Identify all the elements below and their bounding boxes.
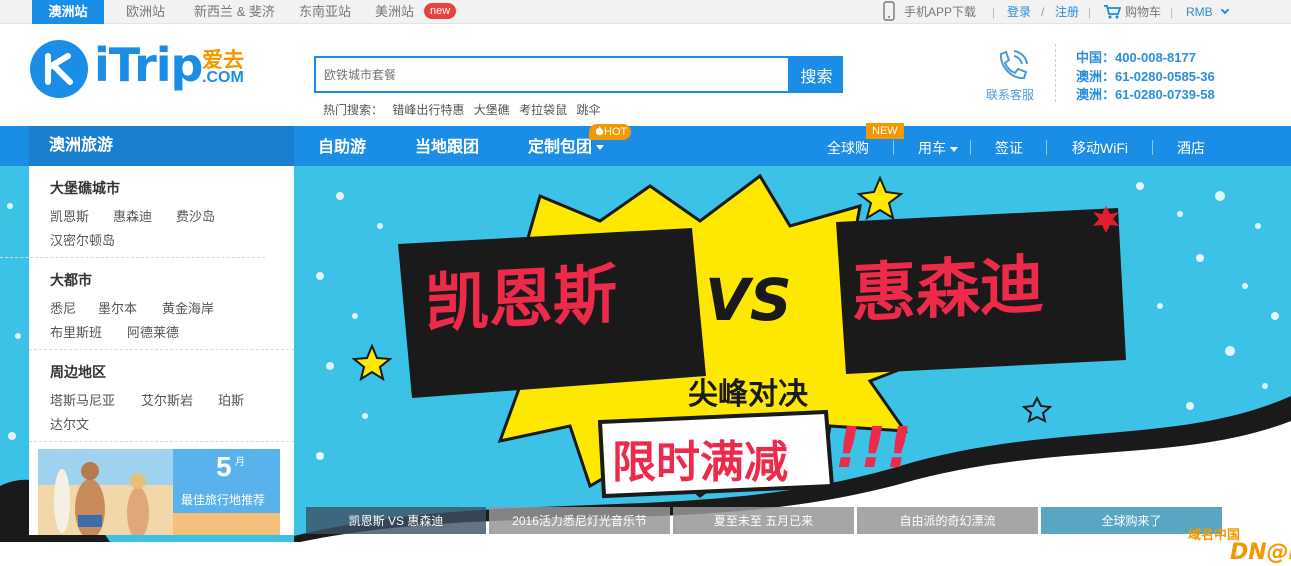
side-city-link[interactable]: 费沙岛 <box>176 206 215 225</box>
customer-service-label[interactable]: 联系客服 <box>986 86 1034 103</box>
nav-mobile-wifi[interactable]: 移动WiFi <box>1072 126 1128 166</box>
search-button[interactable]: 搜索 <box>790 56 843 93</box>
register-link[interactable]: 注册 <box>1055 0 1079 24</box>
nav-divider <box>1046 140 1047 155</box>
side-city-link[interactable]: 布里斯班 <box>50 322 102 341</box>
hot-search-term[interactable]: 大堡礁 <box>474 103 510 117</box>
hot-search-term[interactable]: 考拉袋鼠 <box>519 103 567 117</box>
phone-headset-icon[interactable] <box>992 48 1030 86</box>
search-input[interactable] <box>314 56 790 93</box>
banner-subtitle: 尖峰对决 <box>688 377 808 412</box>
promo-month-unit: 月 <box>235 457 245 468</box>
phone-australia-2: 澳洲：61-0280-0739-58 <box>1076 87 1215 102</box>
promo-label: 最佳旅行地推荐 <box>181 493 266 507</box>
side-group-title[interactable]: 大都市 <box>50 270 92 290</box>
phone-divider <box>1055 44 1056 102</box>
site-tab-australia[interactable]: 澳洲站 <box>32 0 104 24</box>
hot-search-label: 热门搜索： <box>323 103 384 117</box>
banner-promo: 限时满减 <box>612 437 788 488</box>
phone-china: 中国：400-008-8177 <box>1076 50 1196 65</box>
nav-custom-group-label: 定制包团 <box>528 139 593 156</box>
nav-self-guided[interactable]: 自助游 <box>318 126 366 166</box>
phone-australia-1: 澳洲：61-0280-0585-36 <box>1076 69 1215 84</box>
banner-tab[interactable]: 自由派的奇幻漂流 <box>857 507 1038 534</box>
nav-divider <box>970 140 971 155</box>
best-destination-promo[interactable]: 5 月 最佳旅行地推荐 <box>38 449 280 535</box>
banner-tab[interactable]: 凯恩斯 VS 惠森迪 <box>306 507 486 534</box>
app-download-link[interactable]: 手机APP下载 <box>904 0 976 24</box>
site-tab-nz-fiji[interactable]: 新西兰 & 斐济 <box>194 0 275 24</box>
logo-mark-icon <box>30 40 88 98</box>
login-link[interactable]: 登录 <box>1007 0 1031 24</box>
side-city-link[interactable]: 珀斯 <box>218 390 244 409</box>
site-tab-americas[interactable]: 美洲站 <box>375 0 414 24</box>
banner-exclaim: !!! <box>835 416 912 481</box>
promo-month: 5 <box>216 451 232 482</box>
promo-overlay: 5 月 最佳旅行地推荐 <box>173 449 280 513</box>
new-tag: NEW <box>866 123 904 139</box>
currency-select[interactable]: RMB <box>1186 0 1230 24</box>
banner-city-left: 凯恩斯 <box>425 257 617 343</box>
chevron-down-icon <box>596 145 605 151</box>
banner-vs: VS <box>705 266 792 334</box>
side-city-link[interactable]: 达尔文 <box>50 414 89 433</box>
hot-search-term[interactable]: 错峰出行特惠 <box>392 103 464 117</box>
hot-search: 热门搜索： 错峰出行特惠 大堡礁 考拉袋鼠 跳伞 <box>323 101 606 118</box>
side-city-link[interactable]: 阿德莱德 <box>127 322 179 341</box>
hot-tag: HOT <box>589 124 632 140</box>
slash-separator: / <box>1041 5 1045 19</box>
site-tab-southeast-asia[interactable]: 东南亚站 <box>299 0 351 24</box>
logo-com: .COM <box>202 69 244 86</box>
side-city-link[interactable]: 墨尔本 <box>98 298 137 317</box>
new-badge: new <box>424 3 457 19</box>
beach-photo <box>38 449 173 535</box>
chevron-down-icon <box>950 146 958 152</box>
divider: | <box>1170 5 1174 19</box>
divider: | <box>992 5 996 19</box>
banner-city-right: 惠森迪 <box>852 247 1044 333</box>
currency-label: RMB <box>1186 5 1213 19</box>
cart-icon <box>1104 5 1121 19</box>
mobile-phone-icon <box>883 1 895 21</box>
chevron-down-icon <box>1220 5 1230 15</box>
cart-link[interactable]: 购物车 <box>1125 0 1161 24</box>
side-group-title[interactable]: 周边地区 <box>50 362 106 382</box>
nav-car-rental[interactable]: 用车 <box>918 126 958 166</box>
divider: | <box>1088 5 1092 19</box>
side-group-title[interactable]: 大堡礁城市 <box>50 178 120 198</box>
banner-tab[interactable]: 夏至未至 五月已来 <box>673 507 854 534</box>
banner-tab[interactable]: 2016活力悉尼灯光音乐节 <box>489 507 670 534</box>
side-city-link[interactable]: 惠森迪 <box>113 206 152 225</box>
nav-local-tours[interactable]: 当地跟团 <box>415 126 479 166</box>
side-city-link[interactable]: 凯恩斯 <box>50 206 89 225</box>
flame-icon <box>595 126 604 136</box>
hot-tag-label: HOT <box>604 126 628 138</box>
logo-wordmark: iTrip <box>94 38 203 92</box>
side-city-link[interactable]: 黄金海岸 <box>162 298 214 317</box>
watermark-en: DN@ME <box>1230 540 1291 565</box>
nav-divider <box>1152 140 1153 155</box>
nav-car-rental-label: 用车 <box>918 140 946 156</box>
side-city-link[interactable]: 悉尼 <box>50 298 76 317</box>
itrip-logo[interactable]: iTrip 爱去 .COM <box>30 38 260 100</box>
side-city-link[interactable]: 汉密尔顿岛 <box>50 230 115 249</box>
site-tab-europe[interactable]: 欧洲站 <box>126 0 165 24</box>
nav-divider <box>893 140 894 155</box>
nav-global-shopping[interactable]: 全球购 <box>827 126 869 166</box>
hot-search-term[interactable]: 跳伞 <box>576 103 600 117</box>
side-city-link[interactable]: 艾尔斯岩 <box>141 390 193 409</box>
nav-australia-travel[interactable]: 澳洲旅游 <box>29 126 294 166</box>
side-city-link[interactable]: 塔斯马尼亚 <box>50 390 115 409</box>
nav-visa[interactable]: 签证 <box>995 126 1023 166</box>
nav-hotel[interactable]: 酒店 <box>1177 126 1205 166</box>
